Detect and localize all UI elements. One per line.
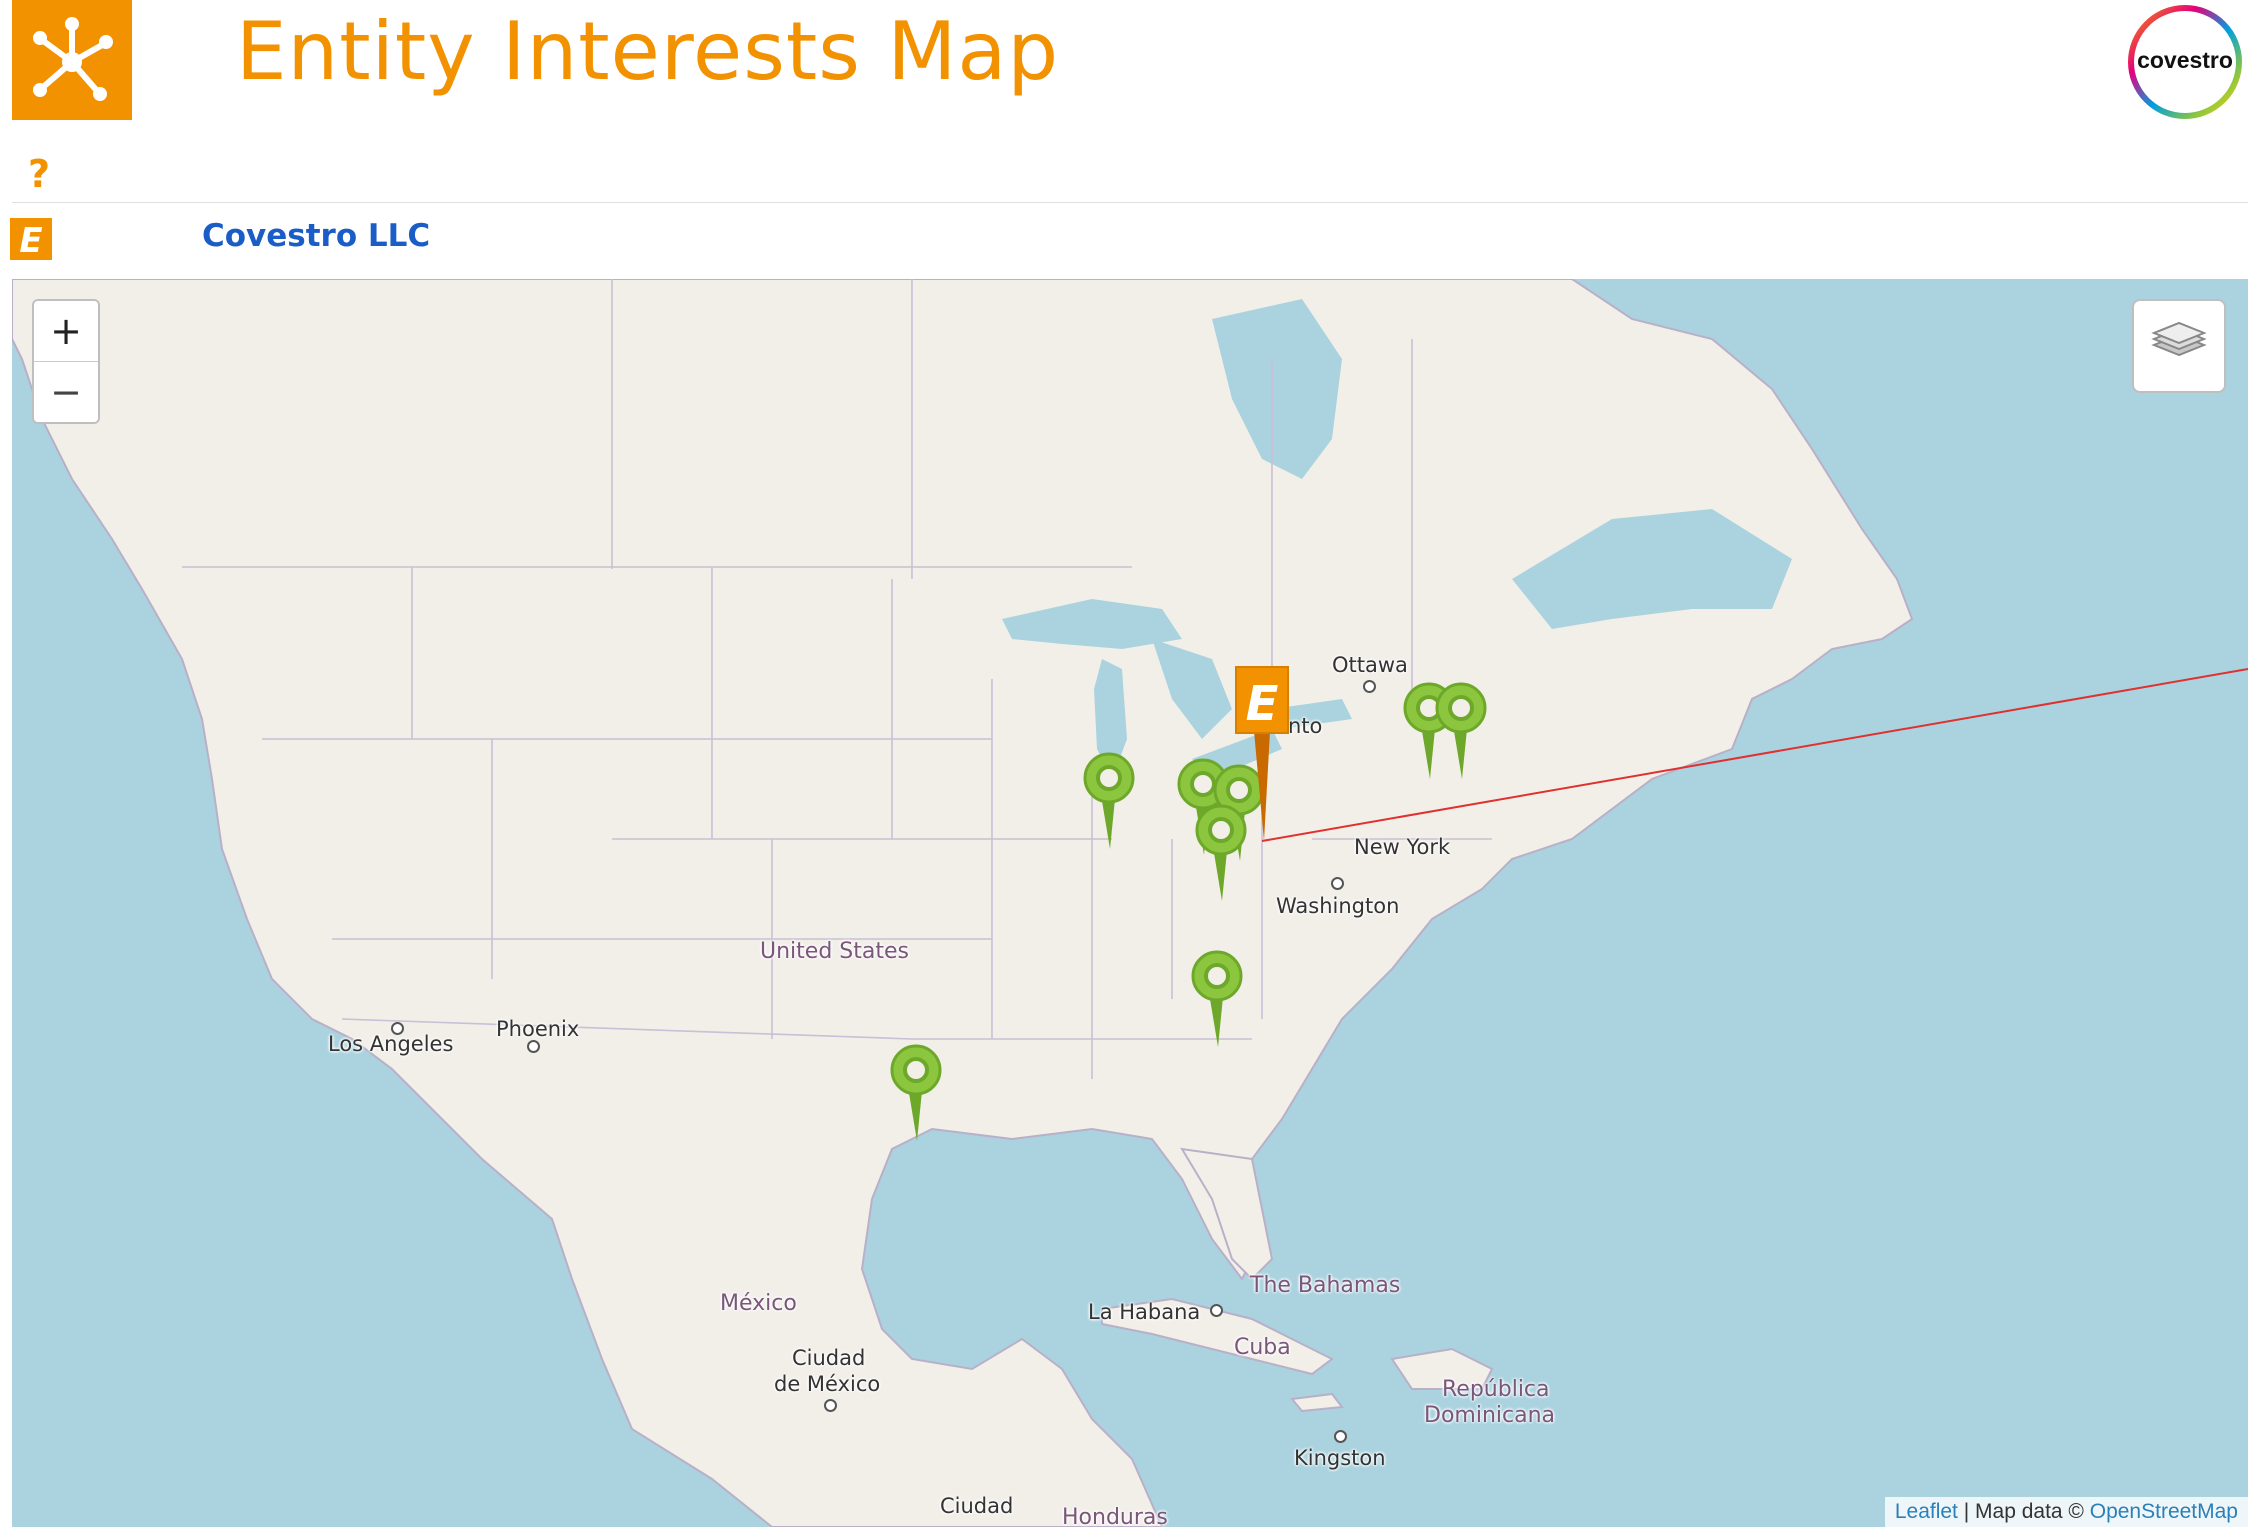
map-attribution: Leaflet | Map data © OpenStreetMap	[1884, 1497, 2248, 1527]
leaflet-link[interactable]: Leaflet	[1895, 1500, 1958, 1523]
map-label-phoenix: Phoenix	[496, 1017, 580, 1041]
map-label-ciudad-de-mexico: de México	[774, 1372, 881, 1396]
interest-pin[interactable]	[1188, 947, 1246, 1047]
map-label-republica-dominicana: Dominicana	[1424, 1403, 1556, 1428]
page-title: Entity Interests Map	[236, 5, 1060, 98]
map-label-the-bahamas: The Bahamas	[1250, 1273, 1401, 1298]
map-label-honduras: Honduras	[1062, 1505, 1168, 1527]
network-hub-icon	[33, 17, 113, 101]
map-label-united-states: United States	[760, 939, 909, 964]
brand-logo-text: covestro	[2137, 47, 2233, 73]
map-label-la-habana: La Habana	[1088, 1300, 1201, 1324]
help-button[interactable]: ?	[28, 150, 50, 198]
entity-pin[interactable]: E	[1234, 665, 1290, 843]
layers-button[interactable]	[2132, 299, 2226, 393]
map-label-republica-dominicana: República	[1442, 1377, 1550, 1402]
city-marker	[1334, 1430, 1347, 1443]
app-logo[interactable]	[12, 0, 132, 120]
city-marker	[1363, 680, 1376, 693]
entity-name[interactable]: Covestro LLC	[202, 214, 430, 258]
map-label-toronto: nto	[1288, 714, 1323, 738]
entity-type-icon: E	[10, 218, 52, 261]
layers-icon	[2151, 321, 2207, 357]
map-tiles	[12, 279, 2248, 1527]
zoom-out-button[interactable]: −	[34, 361, 98, 422]
map-label-washington: Washington	[1276, 894, 1400, 918]
attribution-separator: | Map data ©	[1957, 1500, 2090, 1523]
city-marker	[527, 1040, 540, 1053]
map-label-mexico: México	[720, 1291, 797, 1316]
map-label-ciudad-de-mexico: Ciudad	[792, 1346, 866, 1370]
city-marker	[824, 1399, 837, 1412]
interest-pin[interactable]	[887, 1041, 945, 1141]
map-label-ottawa: Ottawa	[1332, 653, 1408, 677]
openstreetmap-link[interactable]: OpenStreetMap	[2090, 1500, 2238, 1523]
map-label-kingston: Kingston	[1294, 1446, 1386, 1470]
svg-text:E: E	[19, 221, 42, 260]
map-label-cuba: Cuba	[1234, 1335, 1291, 1360]
map-label-los-angeles: Los Angeles	[328, 1032, 454, 1056]
header-divider	[12, 202, 2248, 203]
interest-pin[interactable]	[1080, 749, 1138, 849]
map-view[interactable]: Ottawa nto New York Washington United St…	[12, 279, 2248, 1527]
map-label-new-york: New York	[1354, 835, 1451, 859]
brand-logo: covestro	[2123, 0, 2247, 124]
interest-pin[interactable]	[1432, 679, 1490, 779]
entity-pin-letter: E	[1246, 676, 1279, 732]
zoom-control: + −	[32, 299, 100, 424]
map-label-ciudad-guatemala: Ciudad	[940, 1494, 1014, 1518]
zoom-in-button[interactable]: +	[34, 301, 98, 361]
city-marker	[1331, 877, 1344, 890]
city-marker	[1210, 1304, 1223, 1317]
